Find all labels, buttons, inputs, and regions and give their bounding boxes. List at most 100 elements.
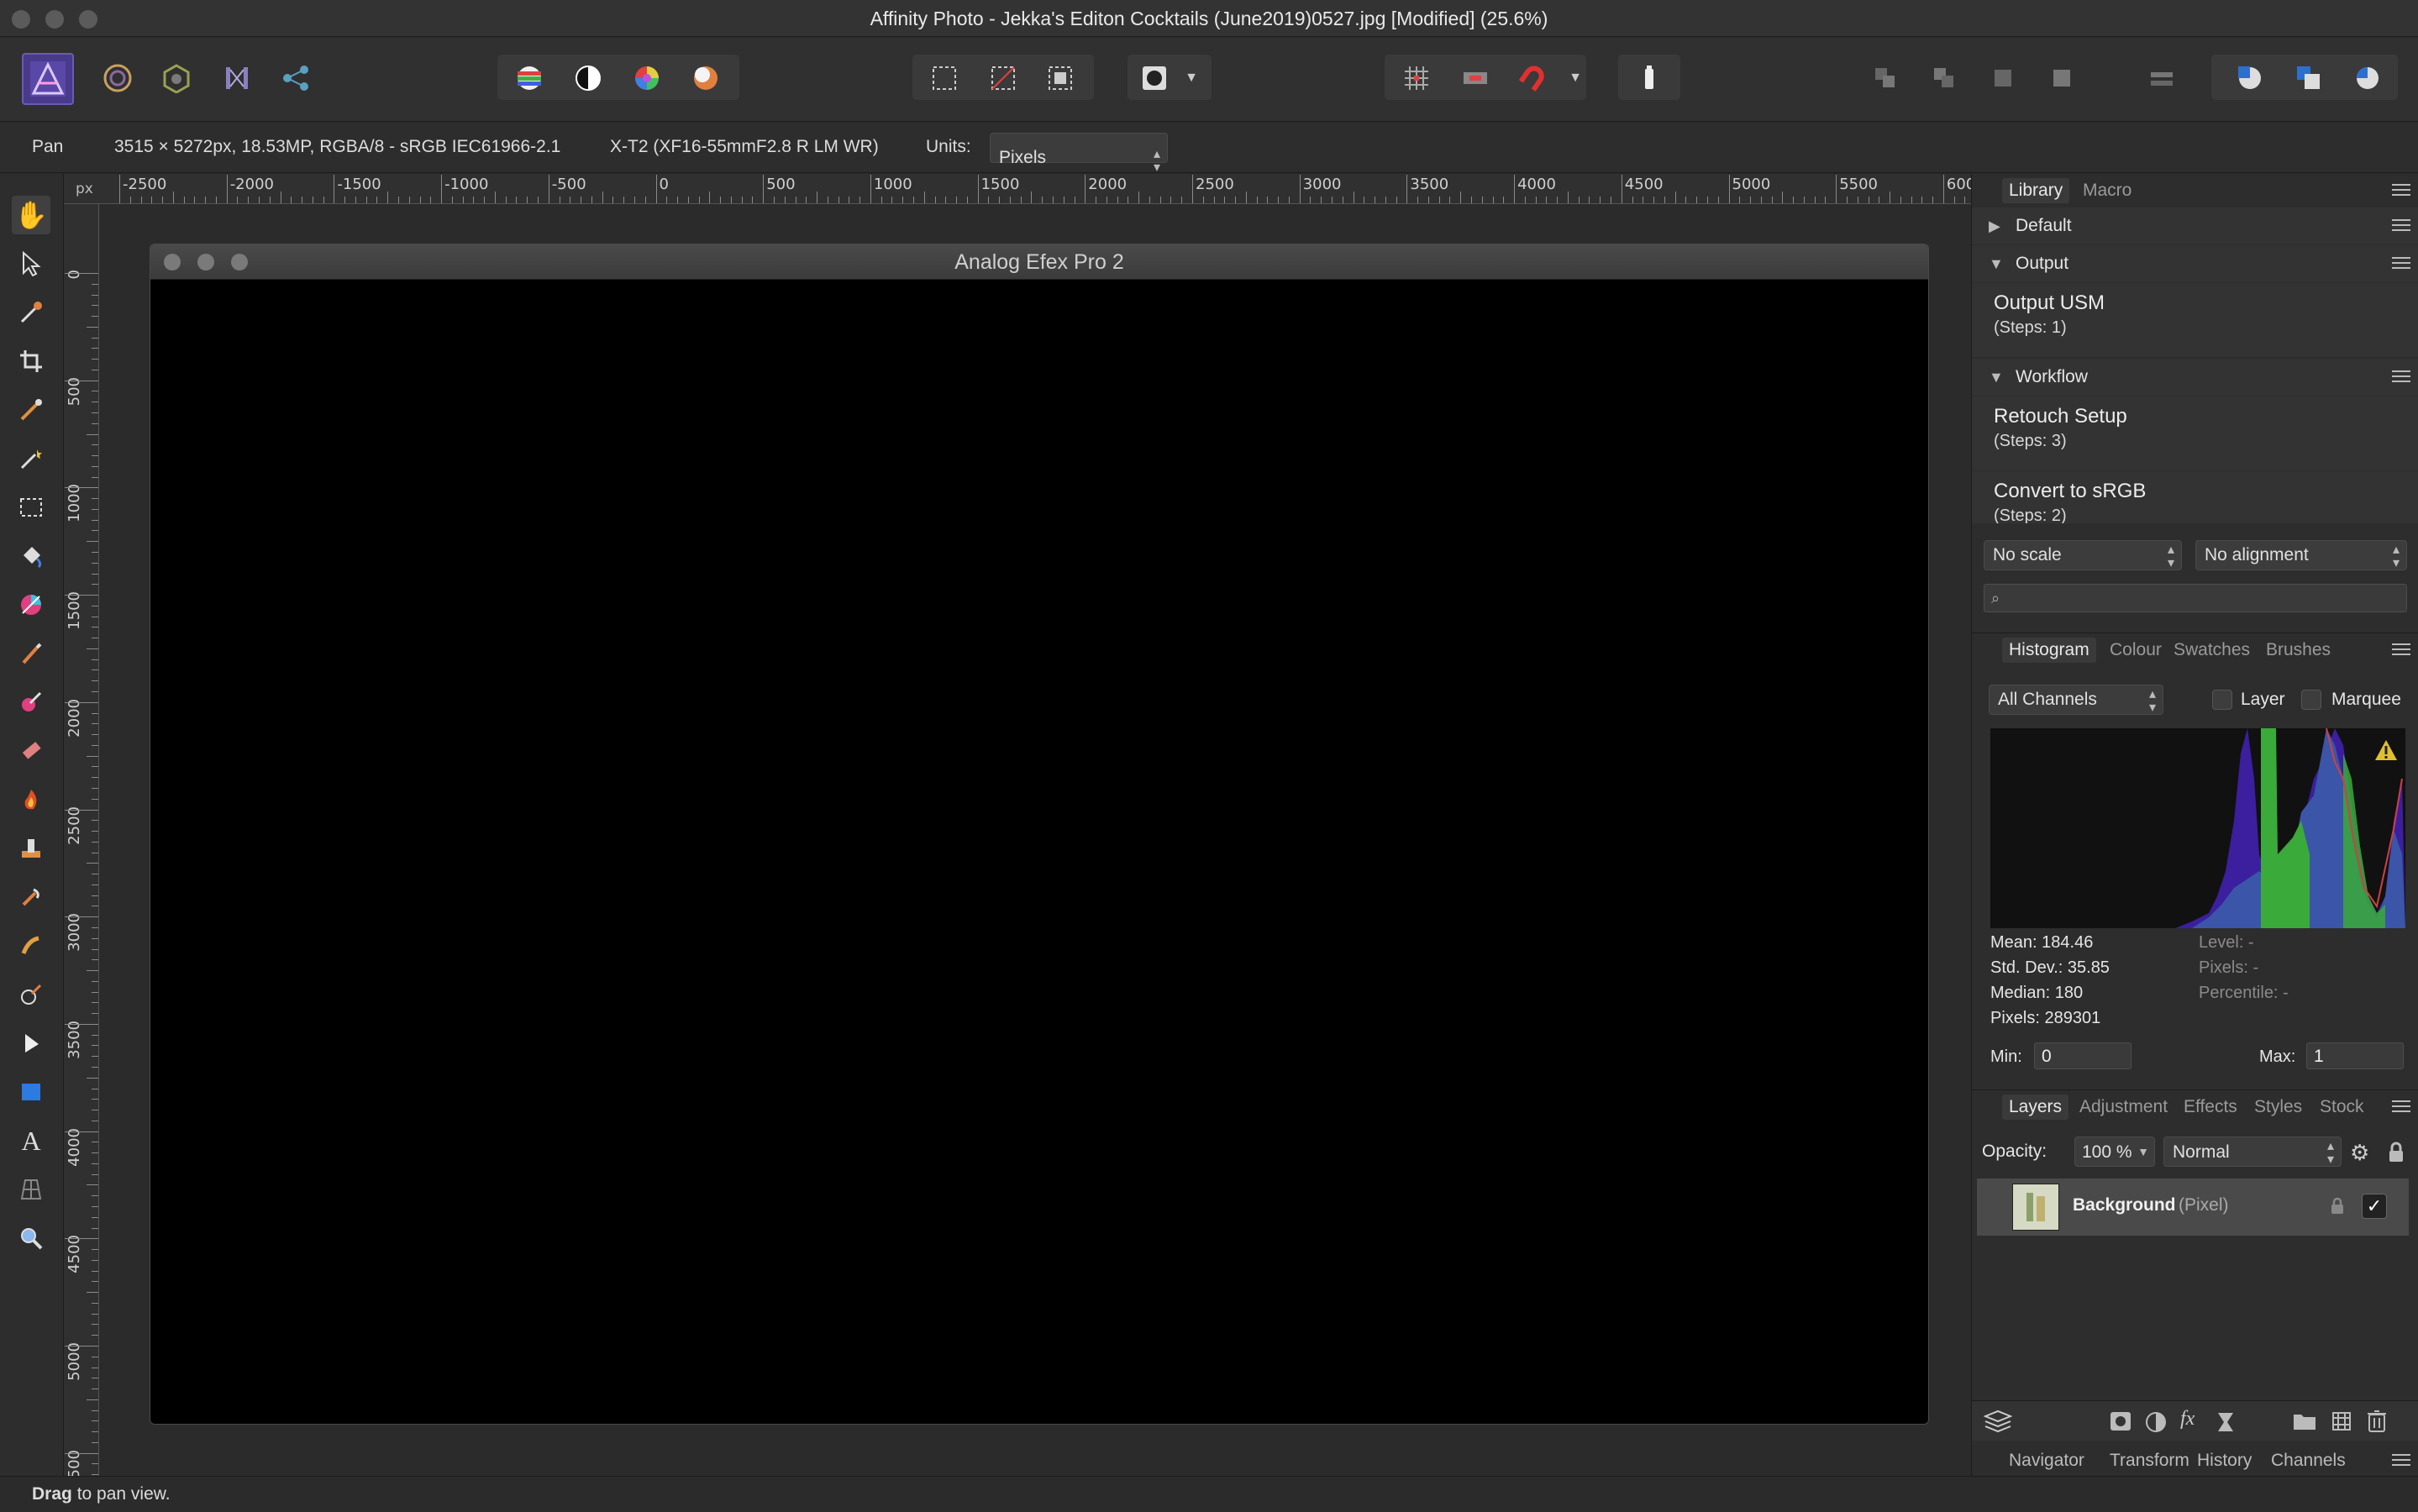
trash-icon[interactable] <box>2367 1410 2387 1437</box>
opacity-select[interactable]: 100 % ▼ <box>2074 1137 2155 1167</box>
tab-brushes[interactable]: Brushes <box>2266 640 2331 660</box>
marquee-checkbox[interactable] <box>2301 690 2321 710</box>
tab-history[interactable]: History <box>2197 1451 2252 1471</box>
erase-brush-tool-icon[interactable] <box>12 732 50 770</box>
category-menu-icon[interactable] <box>2392 257 2410 270</box>
panel-menu-icon[interactable] <box>2392 643 2410 657</box>
layer-lock-icon[interactable] <box>2330 1197 2345 1220</box>
panel-menu-icon[interactable] <box>2392 1100 2410 1114</box>
arrange-forward-icon[interactable] <box>1984 60 2021 97</box>
folder-icon[interactable] <box>2293 1411 2316 1436</box>
select-all-icon[interactable] <box>926 60 963 97</box>
healing-brush-tool-icon[interactable] <box>12 878 50 916</box>
plugin-close-button[interactable] <box>164 254 181 270</box>
gradient-tool-icon[interactable] <box>12 585 50 624</box>
studio-icon-3[interactable] <box>2349 60 2386 97</box>
layer-checkbox[interactable] <box>2212 690 2232 710</box>
tab-histogram[interactable]: Histogram <box>2002 638 2096 663</box>
invert-selection-icon[interactable] <box>1042 60 1079 97</box>
tab-library[interactable]: Library <box>2002 178 2070 203</box>
selection-brush-tool-icon[interactable] <box>12 391 50 429</box>
min-input[interactable]: 0 <box>2034 1042 2132 1069</box>
plugin-zoom-button[interactable] <box>231 254 248 270</box>
tab-macro[interactable]: Macro <box>2083 181 2132 201</box>
panel-menu-icon[interactable] <box>2392 1454 2410 1467</box>
tab-transform[interactable]: Transform <box>2110 1451 2189 1471</box>
plugin-window[interactable]: Analog Efex Pro 2 <box>150 244 1929 1425</box>
layer-row[interactable]: Background (Pixel) ✓ <box>1977 1179 2409 1236</box>
tab-stock[interactable]: Stock <box>2320 1097 2364 1117</box>
move-tool-icon[interactable] <box>12 244 50 283</box>
flood-fill-tool-icon[interactable] <box>12 537 50 575</box>
color-picker-tool-icon[interactable] <box>12 293 50 332</box>
layers-stack-icon[interactable] <box>1983 1410 2013 1437</box>
quick-mask-dropdown-chevron-icon[interactable]: ▼ <box>1180 60 1203 97</box>
macro-item[interactable]: Output USM (Steps: 1) <box>1972 283 2418 357</box>
plugin-minimize-button[interactable] <box>197 254 214 270</box>
auto-white-balance-icon[interactable] <box>687 60 724 97</box>
auto-levels-icon[interactable] <box>511 60 548 97</box>
library-search-input[interactable]: ⌕ <box>1984 584 2407 612</box>
tab-effects[interactable]: Effects <box>2184 1097 2237 1117</box>
layer-visibility-checkbox[interactable]: ✓ <box>2362 1194 2387 1219</box>
rectangle-tool-icon[interactable] <box>12 1073 50 1111</box>
quick-mask-icon[interactable] <box>1136 60 1173 97</box>
macro-item[interactable]: Retouch Setup (Steps: 3) <box>1972 396 2418 470</box>
develop-persona-icon[interactable] <box>158 60 195 97</box>
photo-persona-icon[interactable] <box>22 53 74 105</box>
auto-colour-icon[interactable] <box>628 60 665 97</box>
tab-swatches[interactable]: Swatches <box>2174 640 2250 660</box>
align-icon[interactable] <box>2141 60 2183 97</box>
new-pixel-layer-icon[interactable] <box>2331 1411 2352 1436</box>
tab-channels[interactable]: Channels <box>2271 1451 2346 1471</box>
studio-icon-2[interactable] <box>2290 60 2327 97</box>
hand-tool-icon[interactable]: ✋ <box>12 196 50 234</box>
marquee-tool-icon[interactable] <box>12 488 50 527</box>
max-input[interactable]: 1 <box>2306 1042 2404 1069</box>
tab-navigator[interactable]: Navigator <box>2009 1451 2084 1471</box>
horizontal-ruler[interactable]: -2500 -2000 -1500 -1000 -500 0 500 1000 1500 2000… <box>64 174 2041 204</box>
tab-adjustment[interactable]: Adjustment <box>2079 1097 2168 1117</box>
paint-brush-tool-icon[interactable] <box>12 634 50 673</box>
mask-layer-icon[interactable] <box>2110 1411 2132 1436</box>
macro-item[interactable]: Convert to sRGB (Steps: 2) <box>1972 471 2418 523</box>
zoom-tool-icon[interactable] <box>12 1219 50 1257</box>
studio-icon-1[interactable] <box>2231 60 2268 97</box>
blend-mode-select[interactable]: Normal ▴ ▾ <box>2163 1137 2342 1167</box>
dodge-burn-tool-icon[interactable] <box>12 780 50 819</box>
snapping-dropdown-chevron-icon[interactable]: ▼ <box>1564 60 1586 97</box>
force-pixel-alignment-icon[interactable] <box>1457 60 1494 97</box>
tab-colour[interactable]: Colour <box>2110 640 2162 660</box>
plugin-title-bar[interactable]: Analog Efex Pro 2 <box>150 244 1928 280</box>
export-persona-icon[interactable] <box>277 60 314 97</box>
live-filter-icon[interactable] <box>2216 1411 2236 1437</box>
adjustment-layer-icon[interactable] <box>2145 1411 2167 1437</box>
lock-icon[interactable] <box>2387 1142 2405 1168</box>
arrange-back-icon[interactable] <box>1867 60 1904 97</box>
vertical-ruler[interactable]: 0 500 1000 1500 2000 2500 3000 3500 4000 4500 5000… <box>64 204 99 1476</box>
category-menu-icon[interactable] <box>2392 370 2410 384</box>
snapping-magnet-icon[interactable] <box>1514 60 1551 97</box>
library-category-default[interactable]: ▶ Default <box>1972 207 2418 244</box>
deselect-icon[interactable] <box>985 60 1022 97</box>
panel-menu-icon[interactable] <box>2392 184 2410 197</box>
library-category-workflow[interactable]: ▼ Workflow <box>1972 359 2418 396</box>
flood-select-tool-icon[interactable] <box>12 439 50 478</box>
category-menu-icon[interactable] <box>2392 219 2410 233</box>
smudge-brush-tool-icon[interactable] <box>12 927 50 965</box>
liquify-persona-icon[interactable] <box>99 60 136 97</box>
gear-icon[interactable]: ⚙ <box>2350 1140 2369 1166</box>
tab-styles[interactable]: Styles <box>2254 1097 2302 1117</box>
artistic-text-tool-icon[interactable]: A <box>12 1121 50 1160</box>
crop-tool-icon[interactable] <box>12 342 50 381</box>
red-eye-tool-icon[interactable] <box>12 975 50 1014</box>
arrange-front-icon[interactable] <box>2043 60 2080 97</box>
alignment-select[interactable]: No alignment ▴ ▾ <box>2195 540 2407 570</box>
scale-select[interactable]: No scale ▴ ▾ <box>1984 540 2182 570</box>
grid-icon[interactable] <box>1398 60 1435 97</box>
colour-replacement-tool-icon[interactable] <box>12 683 50 722</box>
mesh-warp-tool-icon[interactable] <box>12 1170 50 1209</box>
arrange-backward-icon[interactable] <box>1926 60 1963 97</box>
clone-brush-tool-icon[interactable] <box>12 829 50 868</box>
tone-mapping-persona-icon[interactable] <box>218 60 255 97</box>
